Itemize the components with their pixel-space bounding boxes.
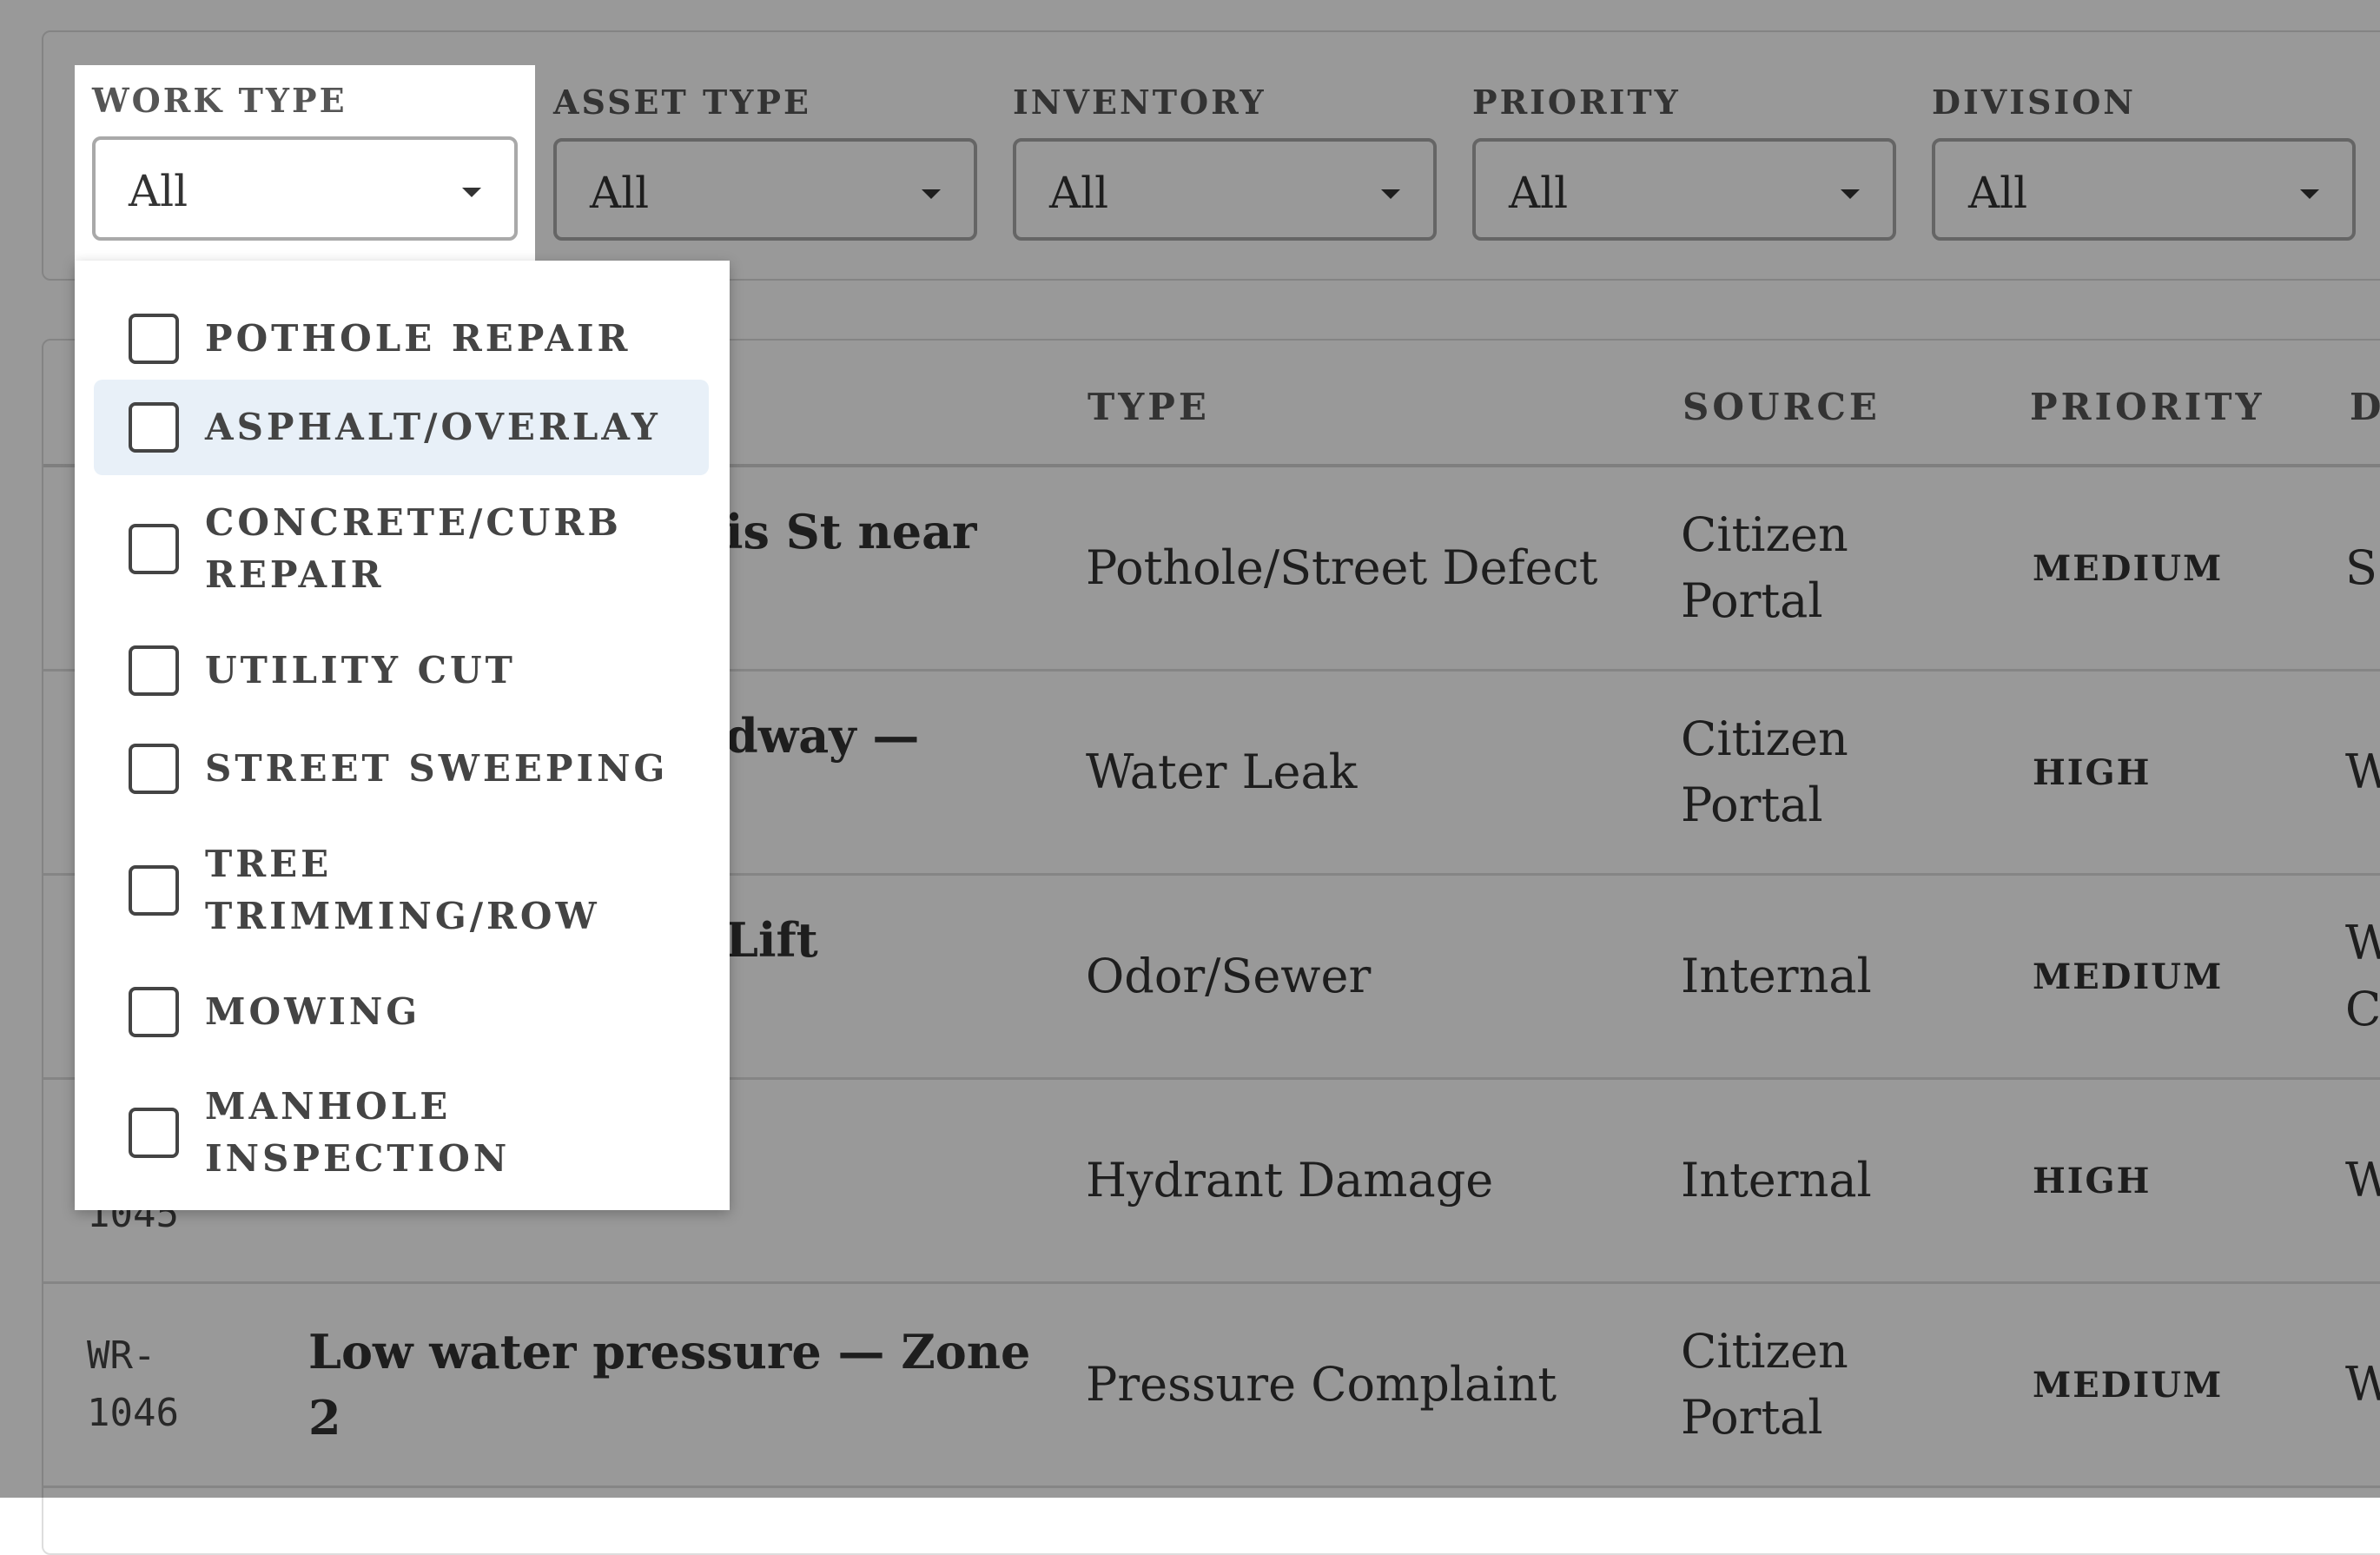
menu-item-manhole-inspection[interactable]: MANHOLE INSPECTION: [94, 1062, 709, 1204]
menu-item-asphalt-overlay[interactable]: ASPHALT/OVERLAY: [94, 380, 709, 475]
menu-item-label: CONCRETE/CURB REPAIR: [205, 501, 622, 596]
work-type-select-open[interactable]: All: [92, 136, 518, 241]
checkbox[interactable]: [129, 1108, 179, 1158]
menu-item-utility-cut[interactable]: UTILITY CUT: [94, 623, 709, 718]
menu-item-mowing[interactable]: MOWING: [94, 964, 709, 1060]
menu-item-label: TREE TRIMMING/ROW: [205, 843, 600, 937]
caret-down-icon: [462, 188, 481, 197]
checkbox[interactable]: [129, 744, 179, 794]
menu-item-street-sweeping[interactable]: STREET SWEEPING: [94, 721, 709, 817]
menu-item-label: UTILITY CUT: [205, 649, 516, 691]
checkbox[interactable]: [129, 402, 179, 453]
checkbox[interactable]: [129, 865, 179, 916]
work-type-filter-focused: WORK TYPE All: [75, 65, 535, 261]
menu-item-pothole-repair[interactable]: POTHOLE REPAIR: [94, 297, 709, 380]
menu-item-label: POTHOLE REPAIR: [205, 317, 631, 360]
menu-item-tree-trimming-row[interactable]: TREE TRIMMING/ROW: [94, 819, 709, 962]
checkbox[interactable]: [129, 314, 179, 364]
menu-item-label: MANHOLE INSPECTION: [205, 1085, 511, 1180]
menu-item-concrete-curb-repair[interactable]: CONCRETE/CURB REPAIR: [94, 478, 709, 620]
work-type-select-value: All: [129, 166, 188, 216]
checkbox[interactable]: [129, 987, 179, 1037]
menu-item-label: ASPHALT/OVERLAY: [205, 406, 661, 448]
checkbox[interactable]: [129, 645, 179, 696]
menu-item-label: MOWING: [205, 990, 421, 1033]
menu-item-label: STREET SWEEPING: [205, 747, 669, 790]
filter-label-work-type: WORK TYPE: [92, 81, 347, 120]
checkbox[interactable]: [129, 524, 179, 574]
work-type-dropdown-menu: POTHOLE REPAIR ASPHALT/OVERLAY CONCRETE/…: [75, 261, 730, 1210]
